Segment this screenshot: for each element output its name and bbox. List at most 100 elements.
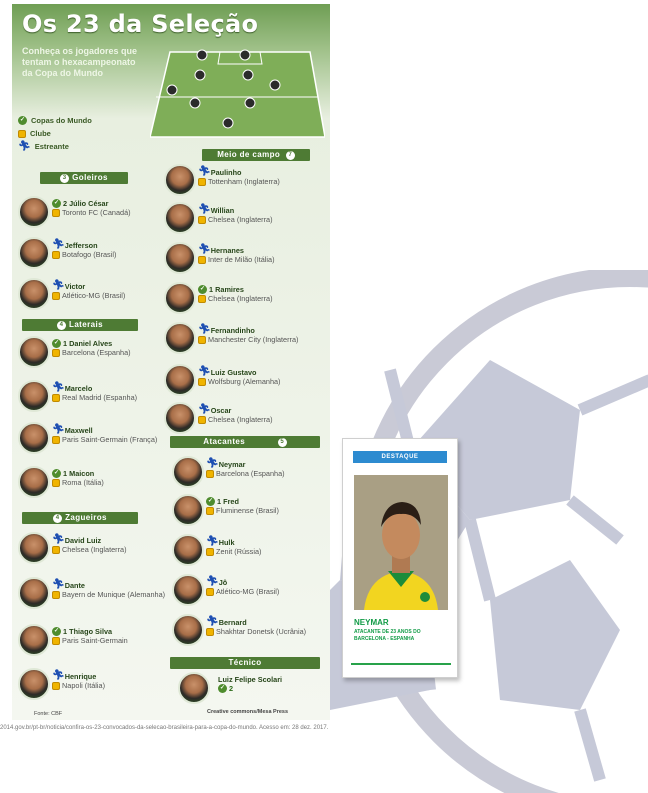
player-avatar	[18, 278, 50, 310]
player-avatar	[18, 668, 50, 700]
cup-icon: ✓	[52, 469, 61, 478]
club-icon	[198, 177, 206, 186]
club-icon	[198, 255, 206, 264]
player-club: Chelsea (Inglaterra)	[62, 545, 127, 554]
player-card: 🏃︎ Jefferson Botafogo (Brasil)	[18, 237, 168, 277]
player-club: Napoli (Itália)	[62, 681, 106, 690]
runner-icon: 🏃︎	[198, 244, 211, 255]
section-count: 4	[57, 321, 67, 330]
section-count: 3	[60, 174, 70, 183]
player-name: 1 Thiago Silva	[63, 627, 113, 636]
player-club: Chelsea (Inglaterra)	[208, 215, 273, 224]
player-club: Toronto FC (Canadá)	[62, 208, 131, 217]
coach-card: Luiz Felipe Scolari ✓ 2	[178, 672, 328, 712]
pitch-icon	[150, 49, 325, 138]
section-count: 4	[53, 514, 63, 523]
player-card: 🏃︎ Dante Bayern de Munique (Alemanha)	[18, 577, 168, 617]
legend-label: Estreante	[34, 142, 69, 151]
runner-icon: 🏃︎	[198, 366, 211, 377]
club-icon	[52, 435, 60, 444]
player-avatar	[18, 336, 50, 368]
player-avatar	[172, 494, 204, 526]
runner-icon: 🏃︎	[52, 534, 65, 545]
runner-icon: 🏃︎	[52, 382, 65, 393]
player-avatar	[172, 614, 204, 646]
player-avatar	[172, 456, 204, 488]
cup-icon: ✓	[52, 199, 61, 208]
player-avatar	[18, 422, 50, 454]
club-icon	[198, 377, 206, 386]
player-avatar	[164, 242, 196, 274]
section-count: 7	[285, 151, 295, 160]
player-card: ✓ 1 Maicon Roma (Itália)	[18, 466, 168, 506]
featured-player-description: ATACANTE DE 23 ANOS DO BARCELONA - ESPAN…	[354, 629, 421, 642]
player-avatar	[18, 196, 50, 228]
player-club: Shakhtar Donetsk (Ucrânia)	[216, 627, 307, 636]
section-goleiros: 3 Goleiros	[40, 172, 128, 184]
infographic-title: Os 23 da Seleção	[22, 10, 259, 38]
section-laterais: 4 Laterais	[22, 319, 138, 331]
runner-icon: 🏃︎	[52, 579, 65, 590]
club-icon	[52, 208, 60, 217]
club-icon	[52, 681, 60, 690]
club-icon	[206, 627, 214, 636]
player-card: 🏃︎ Fernandinho Manchester City (Inglaterr…	[164, 322, 314, 362]
player-club: Real Madrid (Espanha)	[62, 393, 138, 402]
license-credit: Creative commons/Mesa Press	[207, 709, 289, 715]
player-avatar	[18, 380, 50, 412]
club-icon	[198, 294, 206, 303]
club-icon	[198, 335, 206, 344]
player-name: 1 Ramires	[209, 285, 244, 294]
section-label: Zagueiros	[65, 513, 107, 522]
player-club: Manchester City (Inglaterra)	[208, 335, 299, 344]
club-icon	[198, 415, 206, 424]
infographic: Os 23 da Seleção Conheça os jogadores qu…	[12, 4, 330, 720]
player-card: 🏃︎ Bernard Shakhtar Donetsk (Ucrânia)	[172, 614, 322, 654]
player-club: Tottenham (Inglaterra)	[208, 177, 280, 186]
club-icon	[206, 469, 214, 478]
section-label: Laterais	[69, 320, 103, 329]
legend: ✓ Copas do Mundo Clube 🏃︎ Estreante	[18, 114, 158, 153]
club-icon	[52, 348, 60, 357]
player-club: Botafogo (Brasil)	[62, 250, 117, 259]
player-name: Marcelo	[64, 383, 93, 393]
player-avatar	[18, 624, 50, 656]
club-icon	[52, 636, 60, 645]
player-avatar	[164, 322, 196, 354]
club-icon	[198, 215, 206, 224]
player-name: Luiz Gustavo	[210, 367, 257, 377]
player-name: David Luiz	[64, 535, 102, 545]
club-icon	[52, 478, 60, 487]
runner-icon: 🏃︎	[206, 536, 219, 547]
player-avatar	[18, 577, 50, 609]
coach-avatar	[178, 672, 210, 704]
player-club: Paris Saint-Germain (França)	[62, 435, 158, 444]
featured-player-card: DESTAQUE NEYMAR ATACANTE DE 23 ANOS DO B…	[342, 438, 458, 678]
source-credit: Fonte: CBF	[34, 711, 63, 717]
cup-icon: ✓	[52, 627, 61, 636]
runner-icon: 🏃︎	[18, 140, 31, 152]
club-icon	[206, 547, 214, 556]
section-zagueiros: 4 Zagueiros	[22, 512, 138, 524]
cup-icon: ✓	[218, 684, 227, 693]
cup-icon: ✓	[52, 339, 61, 348]
runner-icon: 🏃︎	[198, 324, 211, 335]
player-card: 🏃︎ Victor Atlético-MG (Brasil)	[18, 278, 168, 318]
card-divider	[351, 663, 451, 665]
player-club: Fluminense (Brasil)	[216, 506, 279, 515]
player-name: 2 Júlio César	[63, 199, 109, 208]
player-club: Chelsea (Inglaterra)	[208, 415, 273, 424]
player-name: Willian	[210, 205, 235, 215]
featured-tag: DESTAQUE	[353, 451, 447, 463]
player-card: 🏃︎ David Luiz Chelsea (Inglaterra)	[18, 532, 168, 572]
player-club: Paris Saint-Germain	[62, 636, 128, 645]
player-card: ✓ 1 Thiago Silva Paris Saint-Germain	[18, 624, 168, 664]
player-avatar	[172, 534, 204, 566]
player-name: Hernanes	[210, 245, 244, 255]
section-meio: Meio de campo 7	[202, 149, 310, 161]
club-icon	[52, 545, 60, 554]
club-icon	[206, 506, 214, 515]
player-name: 1 Daniel Alves	[63, 339, 113, 348]
club-icon	[206, 587, 214, 596]
club-icon	[18, 129, 26, 138]
